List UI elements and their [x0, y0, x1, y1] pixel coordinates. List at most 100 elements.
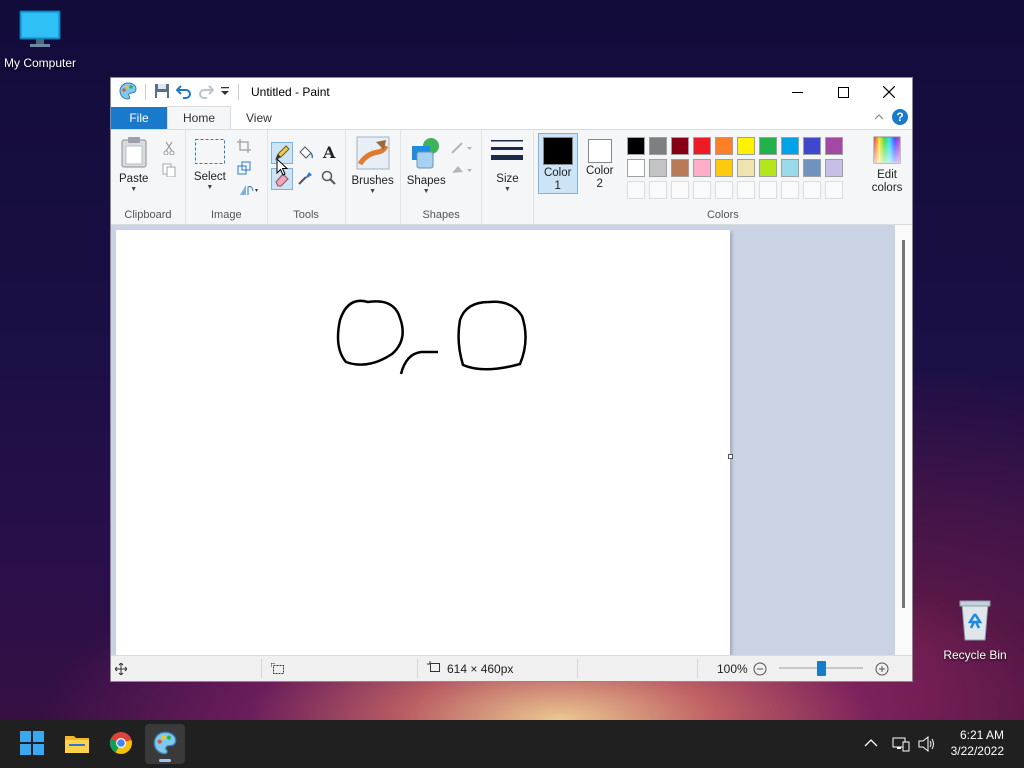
custom-color-slot[interactable] [802, 181, 821, 199]
clipboard-icon [120, 136, 148, 171]
palette-swatch[interactable] [824, 137, 843, 155]
palette-swatch[interactable] [780, 137, 799, 155]
start-button[interactable] [12, 724, 52, 764]
volume-icon[interactable] [918, 720, 936, 768]
ribbon-tabs: File Home View ? [111, 106, 912, 129]
brushes-button[interactable]: Brushes ▼ [352, 136, 394, 196]
window-controls [774, 78, 912, 106]
zoom-out-icon[interactable] [753, 656, 767, 681]
network-icon[interactable] [892, 720, 910, 768]
color1-button[interactable]: Color 1 [537, 133, 578, 194]
paint-icon [153, 731, 177, 758]
palette-swatch[interactable] [714, 159, 733, 177]
palette-swatch[interactable] [670, 159, 689, 177]
shapes-button[interactable]: Shapes ▼ [407, 136, 446, 196]
chrome-button[interactable] [101, 724, 141, 764]
color-picker-icon[interactable] [295, 168, 315, 188]
custom-color-slot[interactable] [736, 181, 755, 199]
palette-swatch[interactable] [736, 137, 755, 155]
custom-color-slot[interactable] [758, 181, 777, 199]
custom-color-slot[interactable] [714, 181, 733, 199]
monitor-icon [18, 10, 62, 53]
palette-swatch[interactable] [648, 137, 667, 155]
palette-swatch[interactable] [824, 159, 843, 177]
palette-swatch[interactable] [802, 159, 821, 177]
save-icon[interactable] [154, 83, 170, 102]
maximize-button[interactable] [820, 78, 866, 106]
zoom-slider-thumb[interactable] [817, 661, 826, 676]
status-bar: 614 × 460px 100% [111, 655, 912, 681]
palette-swatch[interactable] [802, 137, 821, 155]
size-label: Size [496, 173, 519, 185]
fill-bucket-icon[interactable] [295, 142, 315, 162]
palette-swatch[interactable] [648, 159, 667, 177]
file-explorer-button[interactable] [57, 724, 97, 764]
cut-icon[interactable] [159, 138, 179, 158]
desktop-icon-label: My Computer [3, 56, 77, 70]
palette-swatch[interactable] [780, 159, 799, 177]
redo-icon[interactable] [198, 83, 215, 102]
palette-swatch[interactable] [758, 159, 777, 177]
magnifier-icon[interactable] [319, 168, 339, 188]
fill-icon[interactable] [449, 160, 475, 180]
tab-home[interactable]: Home [167, 106, 232, 129]
outline-icon[interactable] [449, 138, 475, 158]
select-rectangle-icon [194, 138, 226, 169]
custom-color-slot[interactable] [692, 181, 711, 199]
custom-color-slot[interactable] [780, 181, 799, 199]
undo-icon[interactable] [175, 83, 192, 102]
custom-color-slot[interactable] [626, 181, 645, 199]
palette-swatch[interactable] [758, 137, 777, 155]
zoom-in-icon[interactable] [875, 656, 889, 681]
vertical-scrollbar[interactable] [895, 225, 912, 657]
color2-button[interactable]: Color 2 [580, 136, 620, 191]
custom-color-slot[interactable] [824, 181, 843, 199]
paste-label: Paste [119, 173, 149, 185]
tab-file[interactable]: File [111, 107, 167, 129]
desktop-icon-my-computer[interactable]: My Computer [0, 10, 80, 70]
select-label: Select [193, 171, 226, 183]
palette-swatch[interactable] [626, 137, 645, 155]
select-button[interactable]: Select ▼ [194, 138, 226, 192]
minimize-button[interactable] [774, 78, 820, 106]
image-group: Select ▼ Image [186, 130, 268, 224]
palette-swatch[interactable] [692, 159, 711, 177]
clock[interactable]: 6:21 AM 3/22/2022 [951, 727, 1004, 759]
help-icon[interactable]: ? [892, 109, 908, 125]
shapes-group: Shapes ▼ Shapes [401, 130, 483, 224]
drawing-canvas[interactable] [116, 230, 730, 657]
customize-toolbar-icon[interactable] [220, 85, 230, 100]
text-tool-icon[interactable]: A [319, 142, 339, 162]
clipboard-group: Paste ▼ Clipboard [111, 130, 186, 224]
paint-app-icon[interactable] [119, 81, 137, 103]
close-button[interactable] [866, 78, 912, 106]
palette-swatch[interactable] [670, 137, 689, 155]
ribbon: Paste ▼ Clipboard Select ▼ Image A Tools… [111, 129, 912, 225]
crop-icon[interactable] [234, 136, 254, 156]
collapse-ribbon-icon[interactable] [874, 110, 884, 124]
edit-colors-label: Edit colors [871, 169, 903, 194]
size-group: Size ▼ [482, 130, 534, 224]
palette-swatch[interactable] [626, 159, 645, 177]
custom-color-slot[interactable] [648, 181, 667, 199]
desktop-icon-recycle-bin[interactable]: Recycle Bin [935, 598, 1015, 662]
brushes-group: Brushes ▼ [346, 130, 401, 224]
tab-view[interactable]: View [231, 107, 287, 129]
paint-taskbar-button[interactable] [145, 724, 185, 764]
palette-swatch[interactable] [714, 137, 733, 155]
palette-swatch[interactable] [692, 137, 711, 155]
resize-icon[interactable] [234, 158, 254, 178]
shapes-group-label: Shapes [422, 209, 460, 221]
show-hidden-icons-button[interactable] [864, 720, 878, 768]
palette-swatch[interactable] [736, 159, 755, 177]
edit-colors-button[interactable]: Edit colors [871, 136, 903, 195]
rotate-icon[interactable] [234, 180, 264, 200]
size-button[interactable]: Size ▼ [490, 138, 524, 194]
canvas-resize-handle[interactable] [728, 454, 733, 459]
copy-icon[interactable] [159, 160, 179, 180]
custom-color-slot[interactable] [670, 181, 689, 199]
paste-button[interactable]: Paste ▼ [119, 136, 148, 194]
desktop-icon-label: Recycle Bin [943, 648, 1007, 662]
brush-icon [356, 136, 390, 173]
paint-window: Untitled - Paint File Home View ? Paste … [110, 77, 913, 682]
